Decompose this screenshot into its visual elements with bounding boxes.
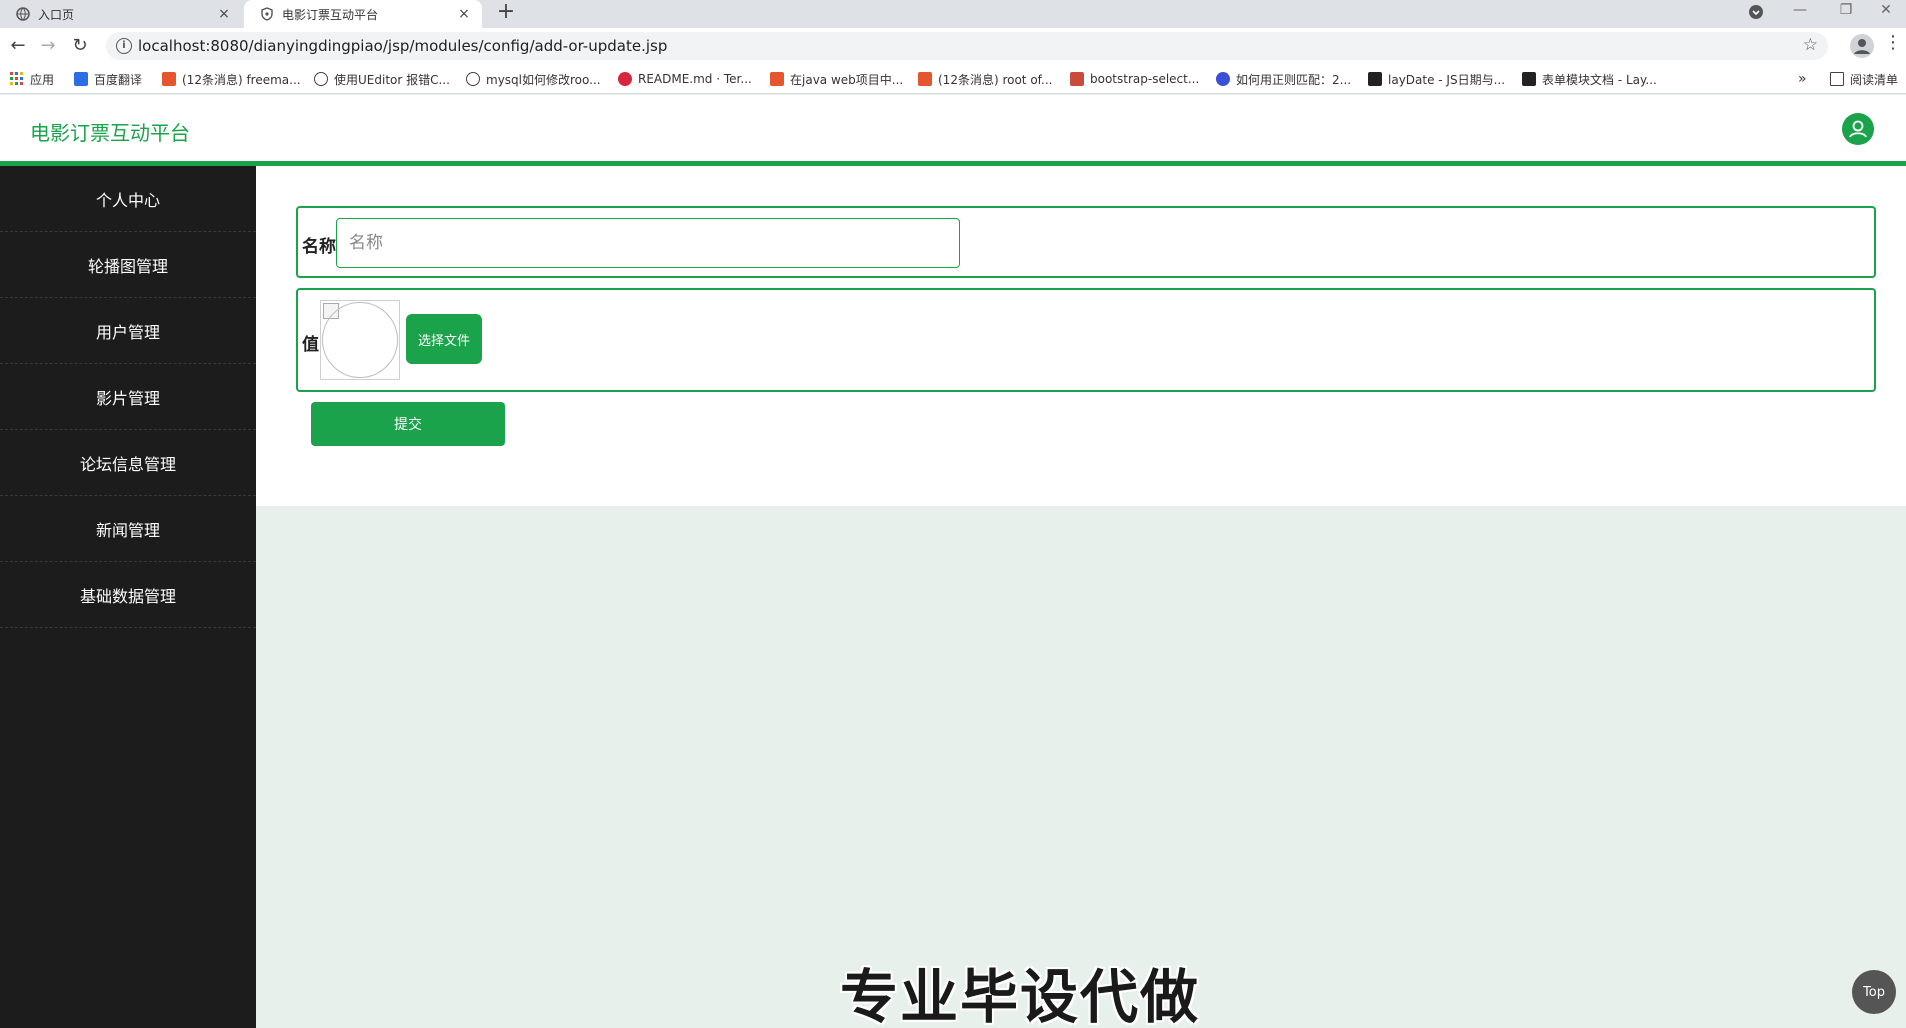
tab-search-icon[interactable] [1736, 0, 1776, 24]
bookmark-item[interactable]: 使用UEditor 报错C... [314, 71, 450, 87]
bookmark-item[interactable]: bootstrap-select... [1070, 71, 1199, 87]
bookmark-label: README.md · Ter... [638, 72, 752, 86]
sidebar-item-users[interactable]: 用户管理 [0, 298, 256, 364]
bookmark-item[interactable]: mysql如何修改roo... [466, 71, 601, 87]
bookmark-label: 如何用正则匹配：2... [1236, 72, 1352, 87]
bookmark-item[interactable]: (12条消息) freema... [162, 71, 301, 87]
sidebar-item-news[interactable]: 新闻管理 [0, 496, 256, 562]
sidebar-item-personal-center[interactable]: 个人中心 [0, 166, 256, 232]
bookmark-favicon-icon [1368, 72, 1382, 86]
bookmark-item[interactable]: 在java web项目中... [770, 71, 903, 87]
close-window-button[interactable]: ✕ [1866, 0, 1906, 24]
bookmark-label: 在java web项目中... [790, 72, 904, 87]
bookmark-favicon-icon [314, 72, 328, 86]
bookmark-item[interactable]: README.md · Ter... [618, 71, 752, 87]
sidebar-item-basic-data[interactable]: 基础数据管理 [0, 562, 256, 628]
sidebar: 个人中心 轮播图管理 用户管理 影片管理 论坛信息管理 新闻管理 基础数据管理 [0, 166, 256, 1028]
form-row-name: 名称 [296, 206, 1876, 278]
browser-tabstrip: 入口页 × 电影订票互动平台 × + — ❐ ✕ [0, 0, 1906, 28]
tab-title: 电影订票互动平台 [282, 7, 379, 22]
bookmark-label: mysql如何修改roo... [486, 72, 601, 87]
bookmark-label: 应用 [30, 72, 55, 87]
value-label: 值 [302, 335, 319, 355]
reading-list-icon [1830, 72, 1844, 86]
site-info-icon[interactable]: i [116, 38, 132, 54]
bookmark-favicon-icon [918, 72, 932, 86]
form-row-value: 值 选择文件 [296, 288, 1876, 392]
bookmark-item[interactable]: (12条消息) root of... [918, 71, 1052, 87]
name-label: 名称 [302, 237, 336, 257]
globe-icon [16, 7, 30, 21]
sidebar-item-forum[interactable]: 论坛信息管理 [0, 430, 256, 496]
minimize-button[interactable]: — [1780, 0, 1820, 24]
browser-tab-active[interactable]: 电影订票互动平台 × [244, 0, 482, 28]
url-omnibox[interactable]: i localhost:8080/dianyingdingpiao/jsp/mo… [106, 32, 1828, 60]
bookmark-favicon-icon [162, 72, 176, 86]
restore-button[interactable]: ❐ [1826, 0, 1866, 24]
tab-title: 入口页 [38, 7, 75, 22]
browser-tab-entry[interactable]: 入口页 × [0, 0, 242, 28]
apps-grid-icon [10, 72, 24, 86]
address-bar: ← → ↻ i localhost:8080/dianyingdingpiao/… [0, 28, 1906, 64]
bookmark-item[interactable]: 如何用正则匹配：2... [1216, 71, 1351, 87]
forward-button[interactable]: → [36, 34, 60, 58]
user-avatar-icon[interactable] [1842, 113, 1874, 145]
bookmark-label: layDate - JS日期与... [1388, 72, 1506, 87]
back-button[interactable]: ← [6, 34, 30, 58]
bookmark-item[interactable]: 百度翻译 [74, 71, 142, 87]
bookmark-star-icon[interactable]: ☆ [1803, 35, 1818, 55]
url-text[interactable]: localhost:8080/dianyingdingpiao/jsp/modu… [138, 37, 667, 55]
bookmark-favicon-icon [466, 72, 480, 86]
app-header: 电影订票互动平台 [0, 95, 1906, 161]
bookmarks-bar: 应用 百度翻译 (12条消息) freema... 使用UEditor 报错C.… [0, 64, 1906, 94]
sidebar-item-carousel[interactable]: 轮播图管理 [0, 232, 256, 298]
bookmark-label: 百度翻译 [94, 72, 143, 87]
watermark-text: 专业毕设代做 [840, 963, 1201, 1028]
sidebar-item-movies[interactable]: 影片管理 [0, 364, 256, 430]
reload-button[interactable]: ↻ [68, 34, 92, 58]
bookmark-item[interactable]: layDate - JS日期与... [1368, 71, 1505, 87]
bookmark-label: 使用UEditor 报错C... [334, 72, 450, 87]
tab-close-icon[interactable]: × [454, 6, 474, 22]
image-preview [320, 300, 400, 380]
bookmark-favicon-icon [1070, 72, 1084, 86]
bookmark-label: 表单模块文档 - Lay... [1542, 72, 1657, 87]
choose-file-button[interactable]: 选择文件 [406, 314, 482, 364]
browser-profile-icon[interactable] [1850, 34, 1874, 58]
shield-icon [260, 7, 274, 21]
bookmark-apps[interactable]: 应用 [10, 71, 54, 87]
bookmark-favicon-icon [1216, 72, 1230, 86]
new-tab-button[interactable]: + [494, 0, 518, 28]
bookmark-label: (12条消息) root of... [938, 72, 1053, 87]
bookmark-favicon-icon [618, 72, 632, 86]
bookmark-item[interactable]: 表单模块文档 - Lay... [1522, 71, 1657, 87]
tab-close-icon[interactable]: × [214, 6, 234, 22]
browser-menu-icon[interactable]: ⋮ [1884, 32, 1902, 53]
back-to-top-button[interactable]: Top [1852, 970, 1896, 1014]
submit-button[interactable]: 提交 [311, 402, 505, 446]
bookmark-label: (12条消息) freema... [182, 72, 301, 87]
main-content: 名称 值 选择文件 提交 [256, 166, 1906, 506]
bookmark-favicon-icon [1522, 72, 1536, 86]
name-input[interactable] [336, 218, 960, 268]
reading-list-label: 阅读清单 [1850, 72, 1899, 87]
bookmark-label: bootstrap-select... [1090, 72, 1200, 86]
brand-title: 电影订票互动平台 [30, 121, 190, 145]
image-placeholder-circle [322, 302, 398, 378]
more-bookmarks-button[interactable]: » [1798, 71, 1807, 87]
bookmark-favicon-icon [74, 72, 88, 86]
bookmark-favicon-icon [770, 72, 784, 86]
reading-list-button[interactable]: 阅读清单 [1830, 71, 1898, 87]
